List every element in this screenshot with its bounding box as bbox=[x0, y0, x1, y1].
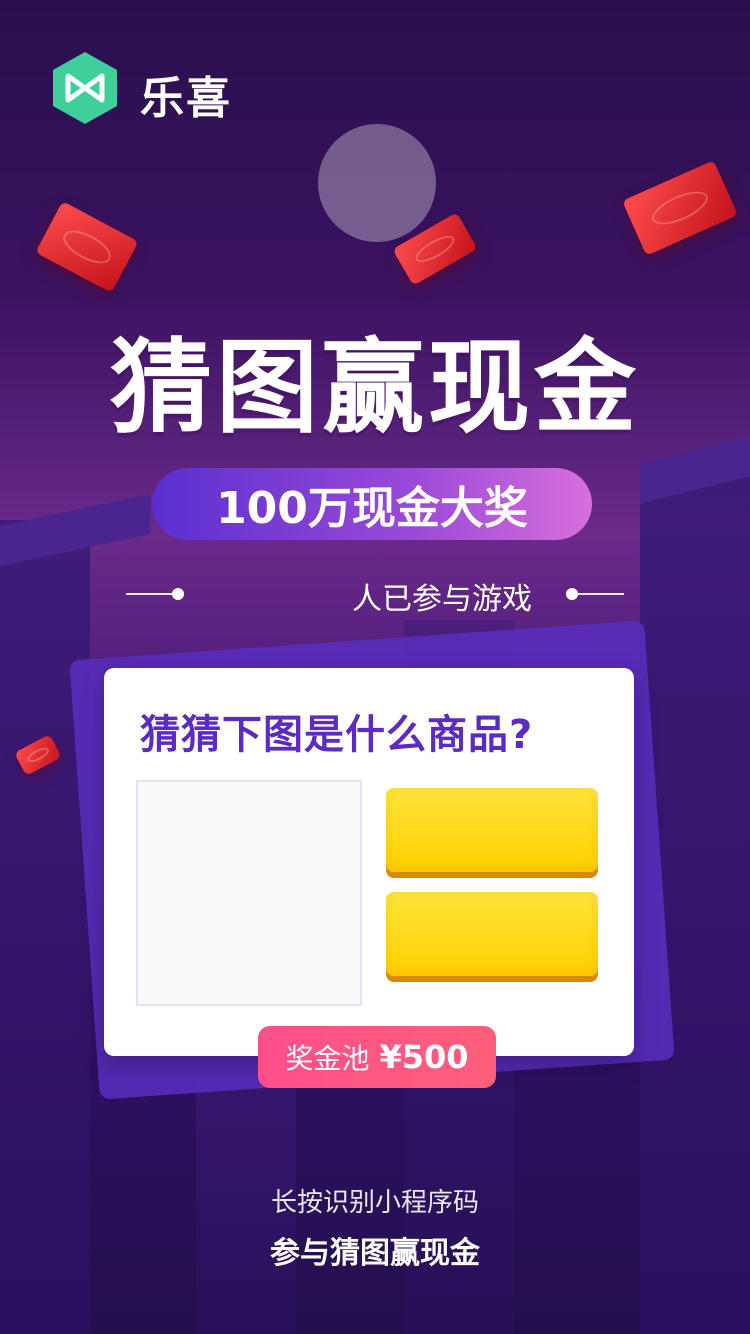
footer-instruction: 长按识别小程序码 bbox=[270, 1188, 479, 1218]
quiz-card: 猜猜下图是什么商品? bbox=[104, 668, 634, 1056]
divider-left-dot bbox=[172, 588, 184, 600]
ribbon-logo-icon bbox=[53, 52, 117, 124]
red-envelope-right bbox=[622, 160, 738, 256]
product-image bbox=[136, 780, 362, 1006]
divider-left bbox=[126, 593, 178, 595]
participants-text: 人已参与游戏 bbox=[352, 582, 532, 617]
prize-pool-label: 奖金池 bbox=[285, 1042, 370, 1075]
prize-pool-value: ¥500 bbox=[379, 1038, 469, 1076]
moon-circle bbox=[318, 124, 436, 242]
divider-right bbox=[572, 593, 624, 595]
prize-pill: 100万现金大奖 bbox=[152, 468, 592, 540]
prize-pool-badge: 奖金池 ¥500 bbox=[258, 1026, 496, 1088]
answer-option-2[interactable] bbox=[386, 892, 598, 976]
answer-option-1[interactable] bbox=[386, 788, 598, 872]
page-title: 猜图赢现金 bbox=[110, 329, 640, 448]
red-envelope-left bbox=[35, 201, 139, 293]
quiz-question: 猜猜下图是什么商品? bbox=[140, 712, 534, 758]
brand-name: 乐喜 bbox=[140, 73, 232, 124]
footer-cta: 参与猜图赢现金 bbox=[270, 1236, 480, 1271]
